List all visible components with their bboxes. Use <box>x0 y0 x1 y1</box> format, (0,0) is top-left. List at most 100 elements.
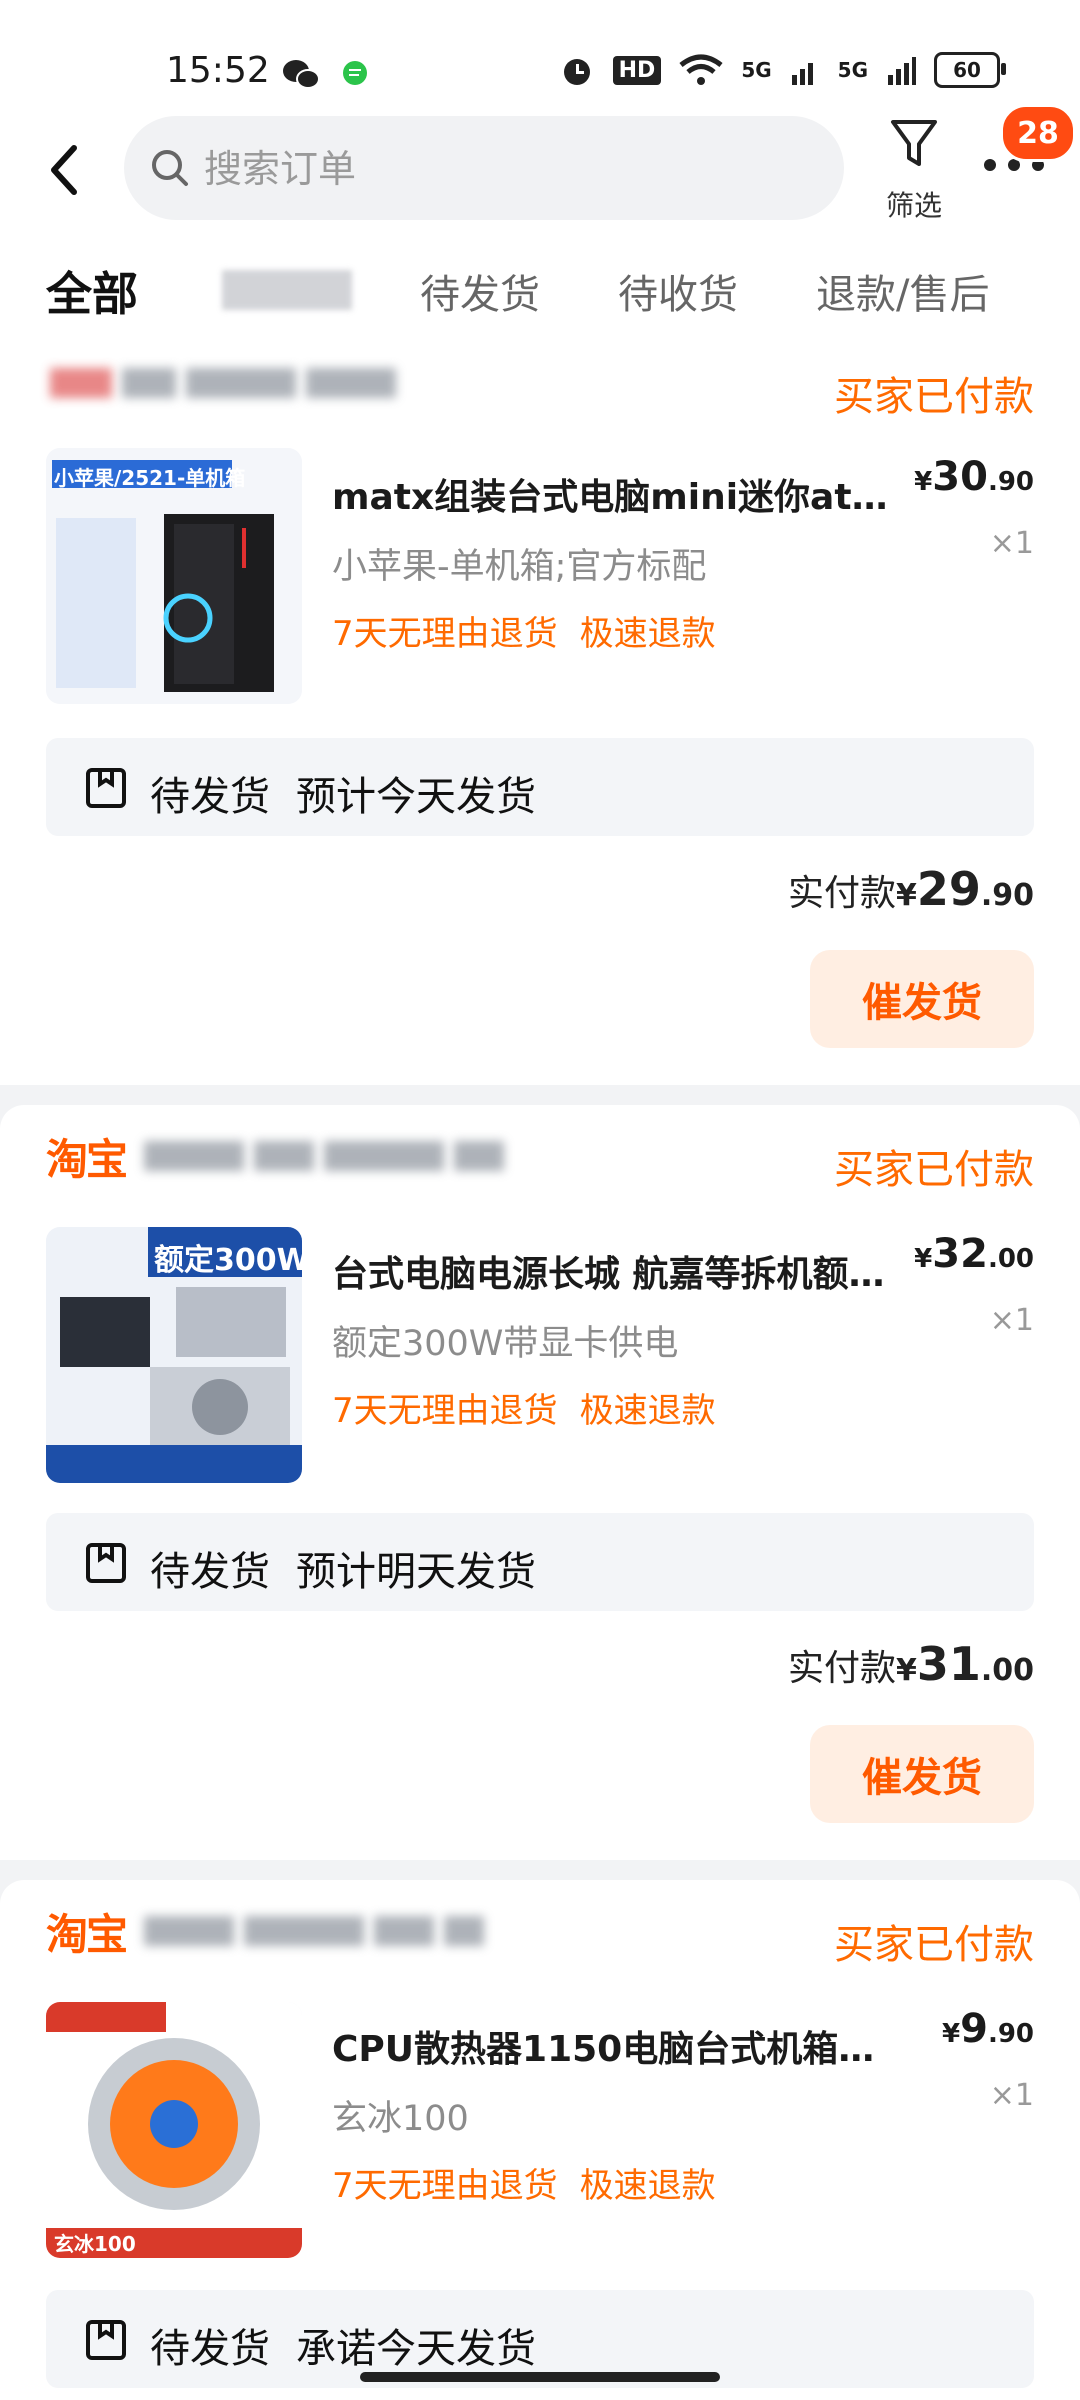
tag-fast-refund: 极速退款 <box>579 614 716 654</box>
product-title[interactable]: CPU散热器1150电脑台式机箱主板风扇 <box>332 2020 902 2072</box>
home-gesture-bar[interactable] <box>360 2372 720 2382</box>
package-icon <box>86 2320 126 2360</box>
product-title[interactable]: matx组装台式电脑mini迷你atx小机箱 <box>332 468 902 520</box>
quantity: ×1 <box>989 526 1034 561</box>
tab-pending-pay[interactable] <box>222 262 352 320</box>
paid-amount: 实付款¥29.90 <box>788 862 1034 916</box>
signal-bars-icon <box>791 63 813 85</box>
shop-name-redacted <box>144 1916 485 1946</box>
search-input[interactable] <box>202 138 806 200</box>
status-time: 15:52 <box>166 50 270 91</box>
product-title[interactable]: 台式电脑电源长城 航嘉等拆机额定300W <box>332 1245 902 1297</box>
package-icon <box>86 768 126 808</box>
price-integer: 9 <box>960 2006 988 2052</box>
unit-price: ¥30.90 <box>914 454 1034 500</box>
product-image[interactable]: 额定300W <box>46 1227 302 1483</box>
service-tags: 7天无理由退货 极速退款 <box>332 606 738 655</box>
product-spec: 额定300W带显卡供电 <box>332 1324 679 1364</box>
wifi-icon <box>679 54 723 85</box>
shop-name[interactable] <box>50 356 396 410</box>
chat-bubble-icon <box>343 61 367 85</box>
price-currency: ¥ <box>942 2019 961 2049</box>
tab-to-ship[interactable]: 待发货 <box>420 262 540 320</box>
paid-amount: 实付款¥31.00 <box>788 1637 1034 1691</box>
tag-fast-refund: 极速退款 <box>579 2166 716 2206</box>
paid-integer: 29 <box>916 862 981 916</box>
price-decimal: .90 <box>987 467 1034 497</box>
price-currency: ¥ <box>914 1244 933 1274</box>
signal-5g-icon-2: 5G <box>837 58 868 82</box>
paid-decimal: .00 <box>980 1653 1034 1688</box>
product-image[interactable]: 玄冰100 <box>46 2002 302 2258</box>
thumb-caption: 玄冰100 <box>54 2232 136 2256</box>
order-card[interactable]: 淘宝 买家已付款 额定300W 台式电脑电源长城 航嘉等拆机额定300W ¥32… <box>0 1105 1080 1860</box>
search-icon <box>152 150 188 186</box>
back-arrow-icon[interactable] <box>44 140 84 200</box>
filter-button[interactable]: 筛选 <box>874 116 954 226</box>
quantity: ×1 <box>989 1303 1034 1338</box>
shipping-info[interactable]: 待发货 预计今天发货 <box>46 738 1034 836</box>
order-status: 买家已付款 <box>834 1922 1034 1968</box>
shipping-status: 待发货 <box>150 2326 270 2372</box>
paid-decimal: .90 <box>980 878 1034 913</box>
thumb-caption: 额定300W <box>154 1243 302 1278</box>
price-currency: ¥ <box>914 467 933 497</box>
paid-integer: 31 <box>916 1637 981 1691</box>
filter-label: 筛选 <box>885 189 942 222</box>
product-image[interactable]: 小苹果/2521-单机箱 <box>46 448 302 704</box>
status-bar: 15:52 HD 5G 5G 60 <box>0 40 1080 104</box>
shipping-eta: 预计今天发货 <box>296 774 536 820</box>
tag-return: 7天无理由退货 <box>332 614 558 654</box>
shipping-status: 待发货 <box>150 774 270 820</box>
hd-icon: HD <box>612 55 662 85</box>
unit-price: ¥9.90 <box>942 2006 1034 2052</box>
price-decimal: .90 <box>987 2019 1034 2049</box>
urge-shipping-button[interactable]: 催发货 <box>810 950 1034 1048</box>
price-integer: 30 <box>932 454 988 500</box>
unit-price: ¥32.00 <box>914 1231 1034 1277</box>
price-integer: 32 <box>932 1231 988 1277</box>
paid-label: 实付款 <box>787 1648 896 1689</box>
paid-currency: ¥ <box>895 878 917 913</box>
paid-currency: ¥ <box>895 1653 917 1688</box>
shop-name[interactable]: 淘宝 <box>46 1904 485 1959</box>
tab-refund[interactable]: 退款/售后 <box>816 262 989 320</box>
service-tags: 7天无理由退货 极速退款 <box>332 1383 738 1432</box>
shop-name-redacted <box>144 1141 505 1171</box>
shipping-status: 待发货 <box>150 1549 270 1595</box>
urge-shipping-button[interactable]: 催发货 <box>810 1725 1034 1823</box>
signal-bars-icon-2 <box>888 57 916 85</box>
filter-icon <box>891 120 937 166</box>
status-icons: HD 5G 5G 60 <box>559 52 1006 88</box>
taobao-logo: 淘宝 <box>46 1909 128 1959</box>
product-spec: 玄冰100 <box>332 2099 469 2139</box>
alarm-icon <box>563 59 590 85</box>
product-spec: 小苹果-单机箱;官方标配 <box>332 547 707 587</box>
package-icon <box>86 1543 126 1583</box>
notification-badge: 28 <box>1000 104 1076 162</box>
tab-label-redacted <box>222 270 352 310</box>
order-tabs: 全部 待发货 待收货 退款/售后 <box>0 262 1080 332</box>
order-card[interactable]: 淘宝 买家已付款 玄冰100 CPU散热器1150电脑台式机箱主板风扇 ¥9.9… <box>0 1880 1080 2400</box>
tab-all[interactable]: 全部 <box>46 258 138 324</box>
price-decimal: .00 <box>987 1244 1034 1274</box>
shop-name[interactable]: 淘宝 <box>46 1129 505 1184</box>
quantity: ×1 <box>989 2078 1034 2113</box>
tab-to-receive[interactable]: 待收货 <box>618 262 738 320</box>
signal-5g-icon: 5G <box>741 58 772 82</box>
tag-fast-refund: 极速退款 <box>579 1391 716 1431</box>
search-bar[interactable] <box>124 116 844 220</box>
shipping-eta: 预计明天发货 <box>296 1549 536 1595</box>
taobao-logo: 淘宝 <box>46 1134 128 1184</box>
service-tags: 7天无理由退货 极速退款 <box>332 2158 738 2207</box>
order-status: 买家已付款 <box>834 374 1034 420</box>
wechat-icon <box>283 60 320 89</box>
battery-indicator: 60 <box>934 52 1006 88</box>
shop-name-redacted <box>50 368 396 398</box>
order-card[interactable]: 买家已付款 小苹果/2521-单机箱 matx组装台式电脑mini迷你atx小机… <box>0 350 1080 1085</box>
shipping-info[interactable]: 待发货 预计明天发货 <box>46 1513 1034 1611</box>
cpu-cooler-image <box>46 2002 302 2258</box>
thumb-caption: 小苹果/2521-单机箱 <box>54 466 246 490</box>
tag-return: 7天无理由退货 <box>332 1391 558 1431</box>
paid-label: 实付款 <box>787 873 896 914</box>
